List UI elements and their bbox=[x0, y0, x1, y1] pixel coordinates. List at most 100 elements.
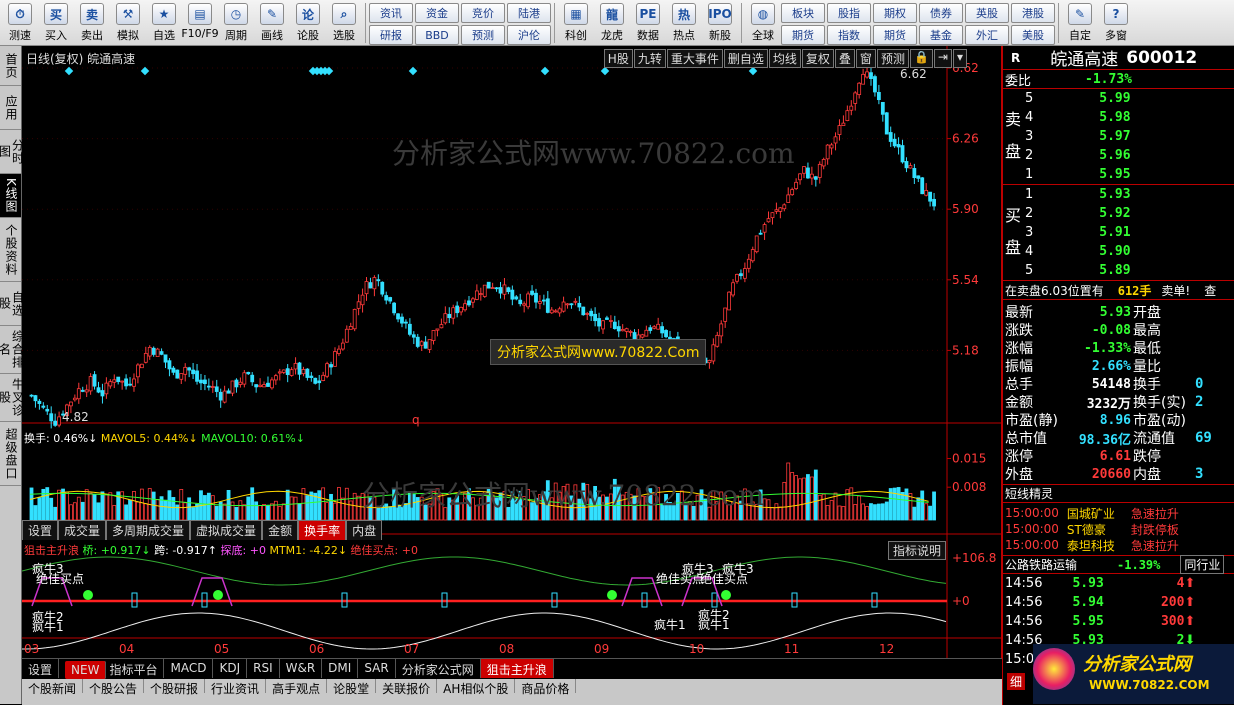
toolbar-btn-8[interactable]: 论论股 bbox=[290, 0, 326, 46]
toolbar-mid-btn-4[interactable]: IPO 新股 bbox=[702, 0, 738, 46]
chart-btn-5[interactable]: 复权 bbox=[801, 49, 834, 68]
feed-item[interactable]: 15:00:00 泰坦科技 急速拉升 bbox=[1005, 537, 1234, 553]
nav-8[interactable]: 超级盘口 bbox=[0, 422, 21, 486]
globe-button[interactable]: ◍ 全球 bbox=[745, 0, 781, 46]
indicator-tab-5[interactable]: W&R bbox=[280, 659, 323, 678]
grid2-button-2[interactable]: 期权 bbox=[873, 3, 917, 23]
toolbar-btn-7[interactable]: ✎ 画线 bbox=[254, 0, 290, 46]
indicator-tab-8[interactable]: 分析家公式网 bbox=[396, 659, 481, 678]
grid2-button-0[interactable]: 板块 bbox=[781, 3, 825, 23]
tick-time: 14:56 bbox=[1005, 576, 1043, 591]
chart-btn-7[interactable]: 窗 bbox=[855, 49, 876, 68]
grid2-button-9[interactable]: 基金 bbox=[919, 25, 963, 45]
nav-6[interactable]: 综合排名 bbox=[0, 326, 25, 374]
grid1-button-2[interactable]: 竞价 bbox=[461, 3, 505, 23]
volume-tab-3[interactable]: 虚拟成交量 bbox=[190, 520, 263, 540]
volume-tab-5[interactable]: 换手率 bbox=[298, 520, 347, 540]
nav-1[interactable]: 应用 bbox=[0, 86, 21, 130]
toolbar-mid-btn-1[interactable]: 龍龙虎 bbox=[594, 0, 630, 46]
chart-btn-4[interactable]: 均线 bbox=[768, 49, 801, 68]
grid2-button-5[interactable]: 港股 bbox=[1011, 3, 1055, 23]
grid2-button-7[interactable]: 指数 bbox=[827, 25, 871, 45]
chart-btn-2[interactable]: 重大事件 bbox=[666, 49, 723, 68]
toolbar-btn-5[interactable]: ▤ F10/F9 bbox=[181, 0, 219, 46]
candle-body bbox=[565, 303, 570, 306]
toolbar-mid-btn-0[interactable]: ▦ 科创 bbox=[558, 0, 594, 46]
lock-icon[interactable]: 🔒 bbox=[909, 49, 933, 68]
indicator-tab-0[interactable]: 设置 bbox=[22, 659, 60, 678]
volume-tab-4[interactable]: 金额 bbox=[262, 520, 299, 540]
detail-tab[interactable]: 细 bbox=[1007, 673, 1026, 690]
volume-tab-2[interactable]: 多周期成交量 bbox=[106, 520, 191, 540]
grid2-button-10[interactable]: 外汇 bbox=[965, 25, 1009, 45]
arrow-up-icon: ⬆ bbox=[1184, 595, 1196, 610]
chart-btn-6[interactable]: 叠 bbox=[834, 49, 855, 68]
toolbar-btn-6[interactable]: ◷ 周期 bbox=[218, 0, 254, 46]
indicator-tab-3[interactable]: KDJ bbox=[213, 659, 248, 678]
toolbar-btn-4[interactable]: ★ 自选 bbox=[146, 0, 182, 46]
chart-btn-8[interactable]: 预测 bbox=[876, 49, 909, 68]
nav-7[interactable]: 牛叉诊股 bbox=[0, 374, 25, 422]
nav-4[interactable]: 个股资料 bbox=[0, 218, 21, 282]
candle-body bbox=[932, 198, 936, 207]
arrow-right-icon[interactable]: ⇥ bbox=[933, 49, 952, 68]
news-tab-2[interactable]: 个股研报 bbox=[144, 679, 206, 696]
candle-body bbox=[277, 371, 282, 374]
nav-5[interactable]: 自选股 bbox=[0, 282, 25, 326]
volume-tab-6[interactable]: 内盘 bbox=[346, 520, 383, 540]
news-tab-3[interactable]: 行业资讯 bbox=[205, 679, 267, 696]
grid1-button-7[interactable]: 沪伦 bbox=[507, 25, 551, 45]
grid2-button-4[interactable]: 英股 bbox=[965, 3, 1009, 23]
toolbar-btn-2[interactable]: 卖卖出 bbox=[74, 0, 110, 46]
position-more[interactable]: 查 bbox=[1204, 282, 1216, 299]
news-tab-4[interactable]: 高手观点 bbox=[266, 679, 328, 696]
indicator-tab-4[interactable]: RSI bbox=[247, 659, 280, 678]
grid1-button-1[interactable]: 资金 bbox=[415, 3, 459, 23]
toolbar-btn-1[interactable]: 买买入 bbox=[38, 0, 74, 46]
toolbar-mid-btn-3[interactable]: 热热点 bbox=[666, 0, 702, 46]
grid1-button-3[interactable]: 陆港 bbox=[507, 3, 551, 23]
candle-body bbox=[585, 313, 590, 315]
same-industry-button[interactable]: 同行业 bbox=[1180, 555, 1225, 574]
news-tab-7[interactable]: AH相似个股 bbox=[437, 679, 516, 696]
news-tab-1[interactable]: 个股公告 bbox=[83, 679, 145, 696]
chart-btn-1[interactable]: 九转 bbox=[633, 49, 666, 68]
chart-btn-3[interactable]: 删自选 bbox=[723, 49, 768, 68]
volume-tab-0[interactable]: 设置 bbox=[22, 520, 59, 540]
toolbar-btn-0[interactable]: ⏱ 测速 bbox=[2, 0, 38, 46]
nav-0[interactable]: 首页 bbox=[0, 46, 21, 86]
grid1-button-6[interactable]: 预测 bbox=[461, 25, 505, 45]
indicator-tab-1[interactable]: NEW 指标平台 bbox=[59, 659, 165, 679]
news-tab-8[interactable]: 商品价格 bbox=[515, 679, 577, 696]
q-marker: q bbox=[412, 413, 420, 427]
feed-item[interactable]: 15:00:00 国城矿业 急速拉升 bbox=[1005, 505, 1234, 521]
grid1-button-0[interactable]: 资讯 bbox=[369, 3, 413, 23]
toolbar-right-btn-0[interactable]: ✎ 自定 bbox=[1062, 0, 1098, 46]
nav-3[interactable]: K线图 bbox=[0, 174, 21, 218]
chart-btn-0[interactable]: H股 bbox=[603, 49, 633, 68]
indicator-tab-9[interactable]: 狙击主升浪 bbox=[480, 659, 554, 678]
grid2-button-6[interactable]: 期货 bbox=[781, 25, 825, 45]
news-tab-0[interactable]: 个股新闻 bbox=[22, 679, 84, 696]
indicator-explain-button[interactable]: 指标说明 bbox=[888, 541, 947, 560]
indicator-tab-6[interactable]: DMI bbox=[322, 659, 359, 678]
nav-2[interactable]: 分时图 bbox=[0, 130, 25, 174]
indicator-tab-7[interactable]: SAR bbox=[358, 659, 396, 678]
grid1-button-4[interactable]: 研报 bbox=[369, 25, 413, 45]
grid2-button-3[interactable]: 债券 bbox=[919, 3, 963, 23]
grid2-button-11[interactable]: 美股 bbox=[1011, 25, 1055, 45]
toolbar-mid-btn-2[interactable]: PE 数据 bbox=[630, 0, 666, 46]
feed-item[interactable]: 15:00:00 ST德豪 封跌停板 bbox=[1005, 521, 1234, 537]
dropdown-icon[interactable]: ▾ bbox=[952, 49, 967, 68]
grid2-button-1[interactable]: 股指 bbox=[827, 3, 871, 23]
toolbar-btn-3[interactable]: ⚒ 模拟 bbox=[110, 0, 146, 46]
grid2-button-8[interactable]: 期货 bbox=[873, 25, 917, 45]
indicator-tab-2[interactable]: MACD bbox=[164, 659, 214, 678]
news-tab-6[interactable]: 关联报价 bbox=[376, 679, 438, 696]
magnifier-icon: ⌕ bbox=[332, 3, 356, 25]
toolbar-right-btn-1[interactable]: ? 多窗 bbox=[1098, 0, 1134, 46]
grid1-button-5[interactable]: BBD bbox=[415, 25, 459, 45]
toolbar-btn-9[interactable]: ⌕ 选股 bbox=[326, 0, 362, 46]
volume-tab-1[interactable]: 成交量 bbox=[58, 520, 107, 540]
news-tab-5[interactable]: 论股堂 bbox=[327, 679, 377, 696]
